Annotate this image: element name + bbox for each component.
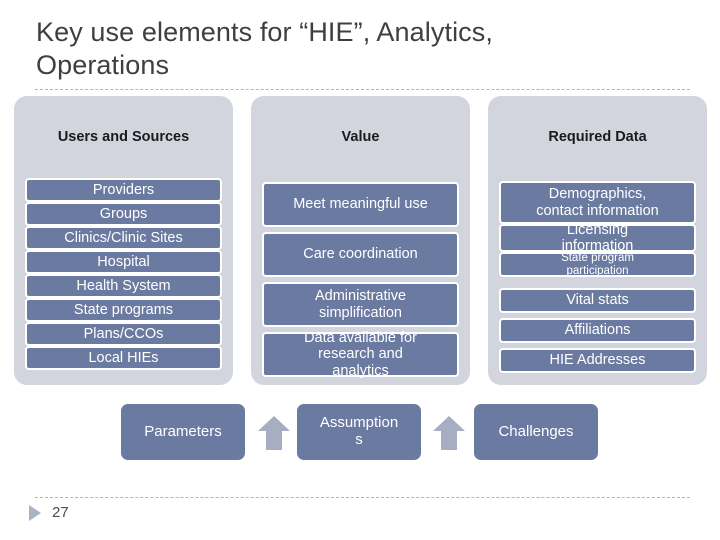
item-state-programs[interactable]: State programs: [25, 298, 222, 322]
item-list-required-data: Demographics, contact information Licensi…: [488, 96, 707, 385]
item-label: Local HIEs: [88, 349, 159, 366]
item-label: Data available for research and analytic…: [304, 330, 417, 379]
item-label: State programs: [73, 301, 174, 318]
item-label: Care coordination: [303, 246, 418, 263]
item-label: Groups: [99, 205, 148, 222]
item-label: State program participation: [561, 251, 634, 277]
item-local-hies[interactable]: Local HIEs: [25, 346, 222, 370]
item-care-coordination[interactable]: Care coordination: [262, 232, 459, 277]
item-hospital[interactable]: Hospital: [25, 250, 222, 274]
item-label: HIE Addresses: [549, 352, 646, 369]
panel-value: Value Meet meaningful use Care coordinati…: [251, 96, 470, 385]
bottom-box-label: Challenges: [498, 422, 574, 440]
footer-triangle-icon: [29, 505, 41, 521]
item-state-program-participation[interactable]: State program participation: [499, 252, 696, 277]
page-title: Key use elements for “HIE”, Analytics, O…: [36, 17, 493, 80]
item-administrative-simplification[interactable]: Administrative simplification: [262, 282, 459, 327]
item-label: Plans/CCOs: [83, 325, 164, 342]
item-affiliations[interactable]: Affiliations: [499, 318, 696, 343]
item-hie-addresses[interactable]: HIE Addresses: [499, 348, 696, 373]
item-list-users-and-sources: Providers Groups Clinics/Clinic Sites Hospi…: [14, 96, 233, 385]
item-vital-stats[interactable]: Vital stats: [499, 288, 696, 313]
item-label: Licensing information: [561, 221, 634, 254]
up-arrow-icon: [258, 416, 290, 450]
bottom-box-parameters[interactable]: Parameters: [121, 404, 245, 460]
up-arrow-icon: [433, 416, 465, 450]
bottom-box-assumptions[interactable]: Assumption s: [297, 404, 421, 460]
item-label: Vital stats: [566, 292, 629, 309]
footer-divider: [35, 497, 690, 498]
item-label: Providers: [92, 181, 155, 198]
slide-number: 27: [52, 504, 69, 521]
item-licensing-information[interactable]: Licensing information: [499, 221, 696, 254]
item-label: Affiliations: [564, 322, 631, 339]
item-label: Clinics/Clinic Sites: [64, 229, 183, 246]
item-label: Meet meaningful use: [293, 196, 428, 213]
item-providers[interactable]: Providers: [25, 178, 222, 202]
item-clinics-clinic-sites[interactable]: Clinics/Clinic Sites: [25, 226, 222, 250]
bottom-box-label: Parameters: [144, 422, 222, 440]
slide-canvas: Key use elements for “HIE”, Analytics, O…: [0, 0, 720, 540]
item-label: Administrative simplification: [314, 288, 407, 321]
item-label: Demographics, contact information: [536, 186, 659, 219]
item-list-value: Meet meaningful use Care coordination Admi…: [251, 96, 470, 385]
panel-users-and-sources: Users and Sources Providers Groups Clinics…: [14, 96, 233, 385]
item-plans-ccos[interactable]: Plans/CCOs: [25, 322, 222, 346]
item-label: Health System: [76, 277, 171, 294]
item-meet-meaningful-use[interactable]: Meet meaningful use: [262, 182, 459, 227]
bottom-box-label: Assumption s: [319, 414, 399, 448]
item-groups[interactable]: Groups: [25, 202, 222, 226]
item-demographics-contact-information[interactable]: Demographics, contact information: [499, 181, 696, 224]
item-health-system[interactable]: Health System: [25, 274, 222, 298]
item-label: Hospital: [97, 253, 150, 270]
title-divider: [35, 89, 690, 90]
item-data-available-for-research-and-analytics[interactable]: Data available for research and analytic…: [262, 330, 459, 379]
panel-required-data: Required Data Demographics, contact info…: [488, 96, 707, 385]
bottom-box-challenges[interactable]: Challenges: [474, 404, 598, 460]
